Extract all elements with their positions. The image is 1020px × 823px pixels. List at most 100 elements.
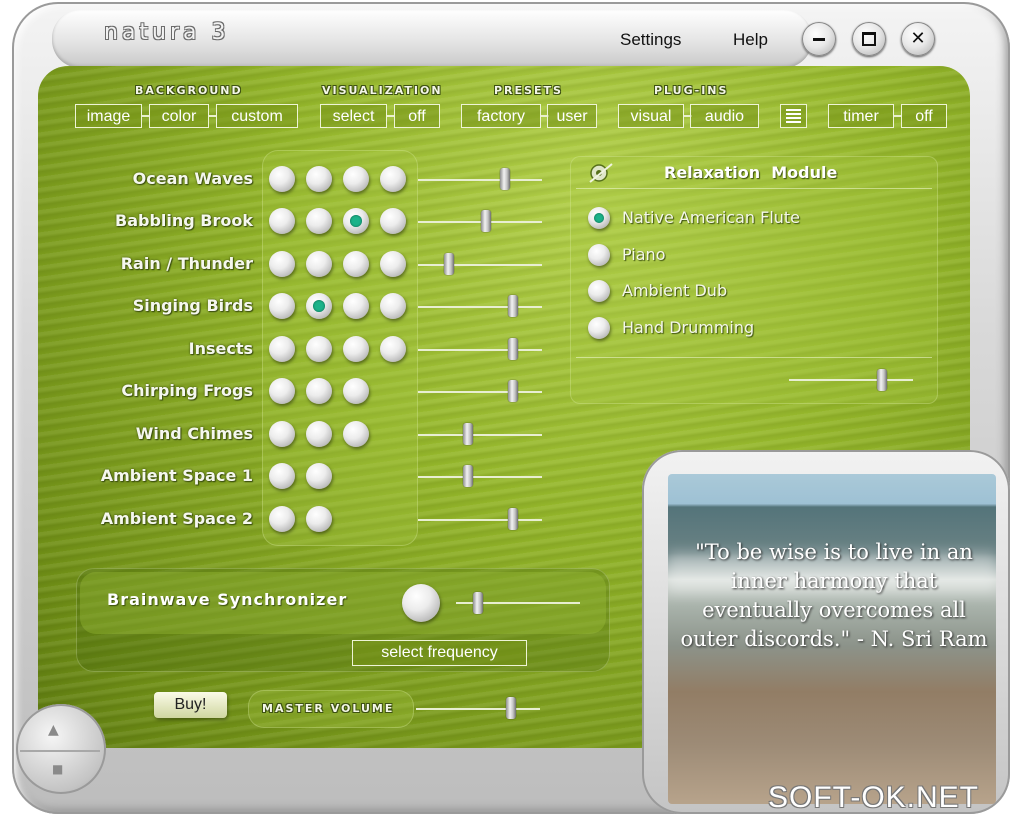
relaxation-radio[interactable]: [588, 207, 610, 229]
sound-variant-button[interactable]: [343, 166, 369, 192]
plugins-heading: PLUG-INS: [654, 84, 729, 97]
sound-variant-button[interactable]: [343, 336, 369, 362]
visualization-select-button[interactable]: select: [320, 104, 387, 128]
sound-variant-button[interactable]: [269, 378, 295, 404]
sound-variant-button[interactable]: [306, 251, 332, 277]
timer-button[interactable]: timer: [828, 104, 894, 128]
sound-variant-button[interactable]: [269, 166, 295, 192]
scroll-control: [16, 704, 106, 794]
sound-variant-button[interactable]: [343, 378, 369, 404]
sound-variant-button[interactable]: [306, 336, 332, 362]
volume-slider-track: [418, 179, 542, 181]
relaxation-radio[interactable]: [588, 280, 610, 302]
background-heading: BACKGROUND: [135, 84, 243, 97]
sound-variant-button[interactable]: [380, 251, 406, 277]
presets-heading: PRESETS: [494, 84, 563, 97]
sound-variant-button[interactable]: [269, 506, 295, 532]
volume-slider-thumb[interactable]: [499, 168, 510, 190]
brainwave-toggle-button[interactable]: [402, 584, 440, 622]
sound-label: Wind Chimes: [135, 424, 253, 443]
volume-slider-thumb[interactable]: [481, 210, 492, 232]
menu-help[interactable]: Help: [733, 30, 768, 50]
brainwave-thumb[interactable]: [473, 592, 484, 614]
quote-text: "To be wise is to live in an inner harmo…: [680, 540, 988, 651]
presets-user-button[interactable]: user: [547, 104, 597, 128]
master-volume-thumb[interactable]: [506, 697, 517, 719]
sound-variant-button[interactable]: [306, 208, 332, 234]
volume-slider-thumb[interactable]: [508, 508, 519, 530]
sound-variant-button[interactable]: [269, 463, 295, 489]
volume-slider-track: [418, 264, 542, 266]
maximize-icon: [862, 32, 876, 46]
sound-label: Babbling Brook: [115, 211, 253, 230]
sound-label: Ambient Space 2: [100, 509, 253, 528]
relaxation-radio[interactable]: [588, 244, 610, 266]
menu-settings[interactable]: Settings: [620, 30, 681, 50]
volume-slider-track: [418, 434, 542, 436]
sound-variant-button[interactable]: [306, 506, 332, 532]
list-menu-button[interactable]: [780, 104, 807, 128]
presets-factory-button[interactable]: factory: [461, 104, 541, 128]
relaxation-title: Relaxation Module: [664, 163, 838, 182]
sound-variant-button[interactable]: [269, 421, 295, 447]
background-color-button[interactable]: color: [149, 104, 209, 128]
sound-variant-button[interactable]: [343, 208, 369, 234]
visualization-off-button[interactable]: off: [394, 104, 440, 128]
speaker-icon[interactable]: [588, 162, 614, 184]
brainwave-title: Brainwave Synchronizer: [107, 590, 348, 609]
volume-slider-track: [418, 391, 542, 393]
relaxation-volume-thumb[interactable]: [877, 369, 887, 391]
sound-variant-button[interactable]: [269, 251, 295, 277]
sound-variant-button[interactable]: [306, 293, 332, 319]
volume-slider-thumb[interactable]: [462, 423, 473, 445]
volume-slider-track: [418, 306, 542, 308]
background-image-button[interactable]: image: [75, 104, 142, 128]
relaxation-option-label: Piano: [622, 245, 666, 264]
volume-slider-track: [418, 519, 542, 521]
plugins-audio-button[interactable]: audio: [690, 104, 759, 128]
minimize-icon: [813, 37, 825, 41]
sound-variant-button[interactable]: [269, 208, 295, 234]
relaxation-divider: [576, 357, 932, 358]
visualization-preview: "To be wise is to live in an inner harmo…: [668, 474, 996, 804]
volume-slider-thumb[interactable]: [508, 380, 519, 402]
sound-variant-button[interactable]: [306, 166, 332, 192]
volume-slider-track: [418, 476, 542, 478]
buy-button[interactable]: Buy!: [154, 692, 227, 718]
sound-variant-button[interactable]: [380, 336, 406, 362]
volume-slider-thumb[interactable]: [462, 465, 473, 487]
sound-variant-button[interactable]: [306, 421, 332, 447]
relaxation-option-label: Hand Drumming: [622, 318, 755, 337]
timer-off-button[interactable]: off: [901, 104, 947, 128]
volume-slider-thumb[interactable]: [508, 295, 519, 317]
relaxation-module: [570, 156, 938, 404]
master-volume-track: [416, 708, 540, 710]
sound-variant-button[interactable]: [343, 421, 369, 447]
sound-variant-button[interactable]: [380, 293, 406, 319]
scroll-up-button[interactable]: ▲: [48, 722, 59, 738]
sound-variant-button[interactable]: [269, 336, 295, 362]
minimize-button[interactable]: [802, 22, 836, 56]
sound-label: Singing Birds: [132, 296, 253, 315]
sound-variant-button[interactable]: [380, 208, 406, 234]
relaxation-option-label: Native American Flute: [622, 208, 801, 227]
plugins-visual-button[interactable]: visual: [618, 104, 684, 128]
close-icon: ✕: [910, 28, 926, 49]
volume-slider-track: [418, 349, 542, 351]
close-button[interactable]: ✕: [901, 22, 935, 56]
scroll-divider: [20, 750, 100, 752]
sound-variant-button[interactable]: [343, 293, 369, 319]
select-frequency-button[interactable]: select frequency: [352, 640, 527, 666]
volume-slider-thumb[interactable]: [444, 253, 454, 275]
sound-variant-button[interactable]: [380, 166, 406, 192]
stop-button[interactable]: ■: [52, 762, 63, 776]
maximize-button[interactable]: [852, 22, 886, 56]
relaxation-option-label: Ambient Dub: [622, 281, 728, 300]
sound-variant-button[interactable]: [269, 293, 295, 319]
volume-slider-thumb[interactable]: [508, 338, 519, 360]
sound-variant-button[interactable]: [343, 251, 369, 277]
sound-variant-button[interactable]: [306, 463, 332, 489]
sound-variant-button[interactable]: [306, 378, 332, 404]
relaxation-radio[interactable]: [588, 317, 610, 339]
background-custom-button[interactable]: custom: [216, 104, 298, 128]
